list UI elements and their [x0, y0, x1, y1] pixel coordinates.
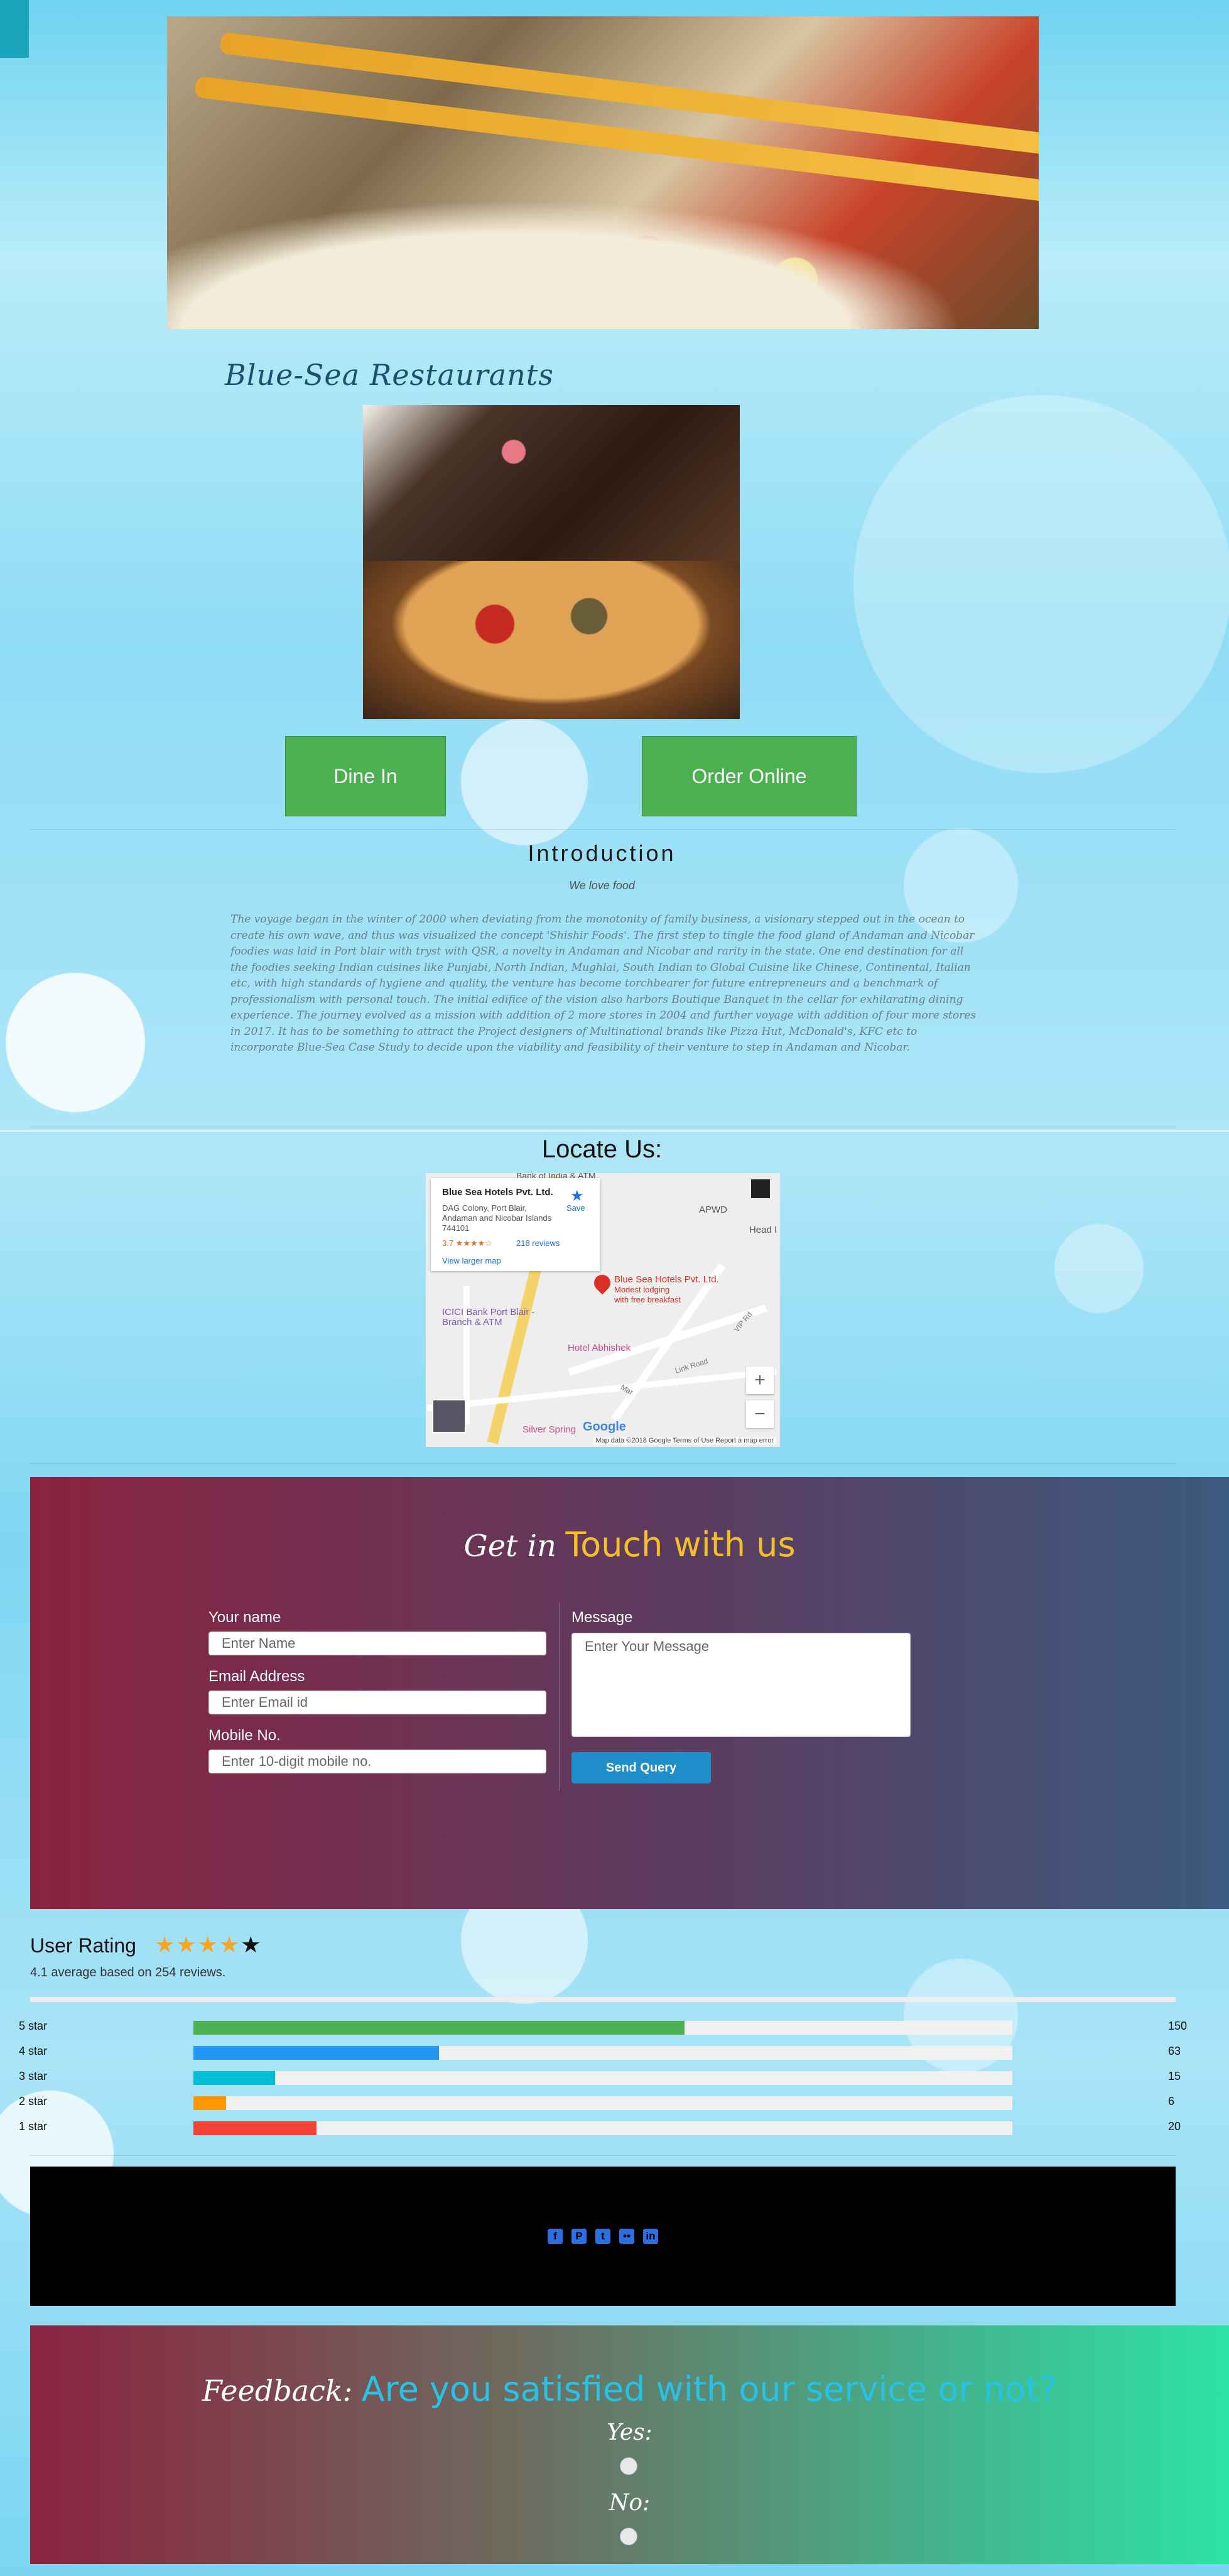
rating-divider [30, 1997, 1176, 2002]
rating-row-fill [193, 2121, 317, 2135]
user-rating-title: User Rating [30, 1934, 136, 1957]
rating-row-label: 4 star [19, 2045, 48, 2057]
pinterest-icon[interactable]: P [571, 2229, 587, 2244]
email-input[interactable]: Enter Email id [208, 1691, 546, 1714]
map-pin-sub: Modest lodging [614, 1285, 670, 1294]
rating-row-count: 63 [1168, 2045, 1181, 2057]
map-road-label: Link Road [674, 1356, 709, 1376]
hero-image [167, 16, 1039, 329]
locate-title: Locate Us: [541, 1135, 663, 1163]
feedback-heading: Feedback: Are you satisfied with our ser… [30, 2369, 1229, 2409]
star-icon: ★ [241, 1932, 263, 1957]
map-place-address: DAG Colony, Port Blair, Andaman and Nico… [442, 1203, 552, 1233]
map-place-name: Blue Sea Hotels Pvt. Ltd. [442, 1187, 553, 1198]
zoom-out-button[interactable]: − [746, 1400, 774, 1428]
order-online-button[interactable]: Order Online [642, 736, 857, 816]
rating-row-count: 15 [1168, 2070, 1181, 2082]
rating-row-bar [193, 2121, 1012, 2135]
send-query-button[interactable]: Send Query [571, 1752, 711, 1783]
zoom-in-button[interactable]: + [746, 1366, 774, 1394]
message-label: Message [571, 1609, 633, 1626]
rating-row-label: 5 star [19, 2020, 48, 2032]
rating-row-fill [193, 2046, 440, 2060]
fullscreen-icon[interactable] [751, 1179, 770, 1198]
star-icon: ★ [176, 1932, 198, 1957]
map-poi: Head I [749, 1225, 777, 1235]
corner-tab [0, 0, 29, 58]
rating-summary: 4.1 average based on 254 reviews. [30, 1966, 226, 1979]
map-poi: APWD [699, 1204, 727, 1215]
brand-title: Blue-Sea Restaurants [225, 358, 554, 392]
pizza-image [363, 561, 740, 719]
dessert-image [363, 405, 740, 561]
feedback-yes-label: Yes: [607, 2420, 652, 2445]
rating-row-fill [193, 2071, 276, 2085]
map-reviews-link[interactable]: 218 reviews [516, 1238, 560, 1248]
map-pin-icon[interactable] [590, 1271, 614, 1295]
rating-stars: ★★★★★ [154, 1932, 262, 1958]
rating-row-count: 20 [1168, 2120, 1181, 2133]
map-pin-name: Blue Sea Hotels Pvt. Ltd. [614, 1274, 719, 1285]
map-pin-sub: with free breakfast [614, 1295, 681, 1304]
rating-row-bar [193, 2046, 1012, 2060]
map-poi: Hotel Abhishek [568, 1343, 631, 1353]
intro-title: Introduction [528, 840, 676, 866]
google-logo: Google [583, 1420, 626, 1434]
star-icon: ★ [219, 1932, 241, 1957]
divider [30, 1463, 1176, 1464]
twitter-icon[interactable]: t [595, 2229, 610, 2244]
email-label: Email Address [208, 1668, 305, 1685]
map-poi: Silver Spring [522, 1424, 577, 1435]
intro-text: The voyage began in the winter of 2000 w… [230, 913, 977, 1054]
facebook-icon[interactable]: f [548, 2229, 563, 2244]
rating-row-label: 3 star [19, 2070, 48, 2082]
section-band [0, 1130, 1229, 1132]
map-road [426, 1368, 777, 1412]
feedback-heading-b: Are you satisfied with our service or no… [361, 2369, 1058, 2409]
satellite-toggle[interactable] [432, 1399, 466, 1433]
feedback-no-radio[interactable] [620, 2528, 637, 2545]
map-place-rating: 3.7 ★★★★☆ [442, 1238, 492, 1248]
linkedin-icon[interactable]: in [643, 2229, 658, 2244]
rating-row-label: 2 star [19, 2095, 48, 2108]
feedback-yes-radio[interactable] [620, 2457, 637, 2475]
map-footer: Map data ©2018 Google Terms of Use Repor… [593, 1437, 776, 1444]
rating-row-count: 6 [1168, 2095, 1175, 2108]
star-icon: ★ [197, 1932, 219, 1957]
contact-heading-b: Touch with us [565, 1525, 796, 1564]
message-textarea[interactable]: Enter Your Message [571, 1633, 911, 1737]
contact-form-section: Get in Touch with us Your name Enter Nam… [30, 1477, 1229, 1909]
feedback-no-label: No: [609, 2490, 651, 2516]
rating-row-label: 1 star [19, 2120, 48, 2133]
rating-row-fill [193, 2096, 227, 2110]
star-icon: ★ [154, 1932, 176, 1957]
intro-subtitle: We love food [569, 879, 635, 892]
rating-row-fill [193, 2021, 685, 2035]
map-poi: ICICI Bank Port Blair - Branch & ATM [442, 1307, 535, 1328]
mobile-label: Mobile No. [208, 1727, 281, 1744]
rating-row-bar [193, 2021, 1012, 2035]
fried-rice-decoration [167, 178, 1039, 329]
rating-row-bar [193, 2096, 1012, 2110]
rating-row-bar [193, 2071, 1012, 2085]
mobile-input[interactable]: Enter 10-digit mobile no. [208, 1750, 546, 1773]
view-larger-map-link[interactable]: View larger map [442, 1256, 501, 1265]
divider [30, 2155, 1176, 2156]
feedback-section: Feedback: Are you satisfied with our ser… [30, 2325, 1229, 2564]
contact-heading-a: Get in [463, 1529, 556, 1564]
rating-row-count: 150 [1168, 2020, 1188, 2032]
flickr-icon[interactable]: •• [619, 2229, 634, 2244]
name-label: Your name [208, 1609, 281, 1626]
dine-in-button[interactable]: Dine In [285, 736, 446, 816]
embedded-map[interactable]: Bank of India & ATM APWD Head I ICICI Ba… [426, 1173, 780, 1447]
name-input[interactable]: Enter Name [208, 1632, 546, 1655]
map-save-button[interactable]: Save [566, 1203, 585, 1213]
map-pin-label: Blue Sea Hotels Pvt. Ltd. Modest lodging… [614, 1275, 719, 1305]
save-star-icon[interactable]: ★ [570, 1187, 584, 1205]
feedback-heading-a: Feedback: [202, 2374, 353, 2408]
contact-heading: Get in Touch with us [30, 1525, 1229, 1564]
divider [30, 829, 1176, 830]
social-links-bar: f Pt •• in [30, 2167, 1176, 2306]
map-place-card: Blue Sea Hotels Pvt. Ltd. DAG Colony, Po… [431, 1178, 600, 1271]
